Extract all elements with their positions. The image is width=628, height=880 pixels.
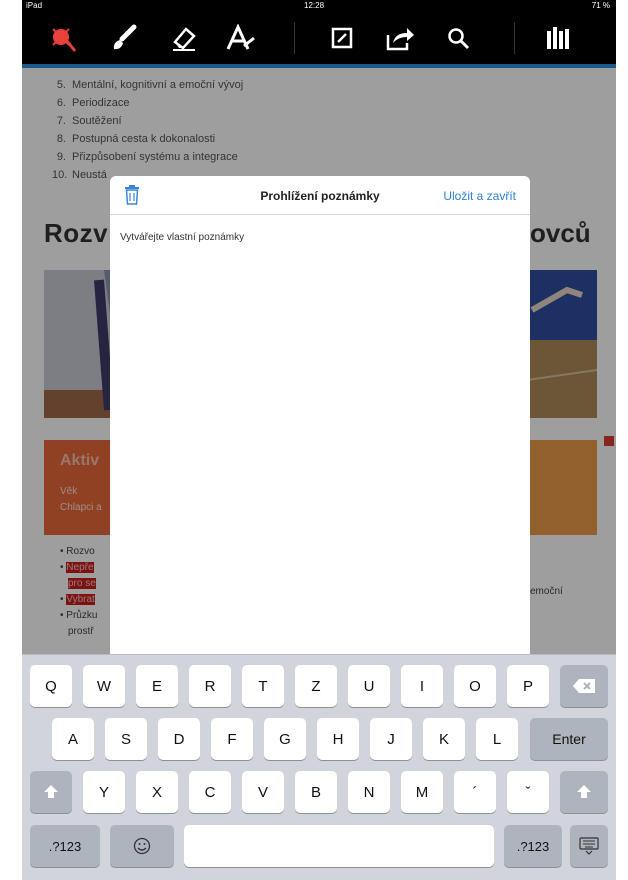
key-y[interactable]: Y (83, 771, 125, 813)
pointer-icon[interactable] (44, 20, 80, 56)
key-b[interactable]: B (295, 771, 337, 813)
clock: 12:28 (304, 1, 325, 10)
note-viewer-dialog: Prohlížení poznámky Uložit a zavřít Vytv… (110, 176, 530, 676)
emoji-icon (133, 837, 151, 855)
note-text-area[interactable]: Vytvářejte vlastní poznámky (120, 232, 244, 243)
brush-icon[interactable] (106, 20, 142, 56)
key-a[interactable]: A (52, 718, 94, 760)
key-f[interactable]: F (211, 718, 253, 760)
save-and-close-button[interactable]: Uložit a zavřít (443, 189, 516, 203)
ipad-screen: iPad 12:28 71 % 5. Mentální, kognitivní … (22, 0, 616, 880)
enter-key[interactable]: Enter (530, 718, 608, 760)
text-format-icon[interactable] (222, 20, 258, 56)
numbers-key-left[interactable]: .?123 (30, 825, 100, 867)
shift-key-left[interactable] (30, 771, 72, 813)
shift-key-right[interactable] (560, 771, 608, 813)
key-w[interactable]: W (83, 665, 125, 707)
key-m[interactable]: M (401, 771, 443, 813)
share-icon[interactable] (382, 20, 418, 56)
backspace-key[interactable] (560, 665, 608, 707)
key-h[interactable]: H (317, 718, 359, 760)
key-t[interactable]: T (242, 665, 284, 707)
key-p[interactable]: P (507, 665, 549, 707)
key-v[interactable]: V (242, 771, 284, 813)
key-i[interactable]: I (401, 665, 443, 707)
hide-keyboard-key[interactable] (570, 825, 608, 867)
key-e[interactable]: E (136, 665, 178, 707)
battery-label: 71 % (591, 1, 610, 10)
key-c[interactable]: C (189, 771, 231, 813)
emoji-key[interactable] (110, 825, 174, 867)
note-icon[interactable] (324, 20, 360, 56)
key-o[interactable]: O (454, 665, 496, 707)
key-x[interactable]: X (136, 771, 178, 813)
numbers-key-right[interactable]: .?123 (504, 825, 562, 867)
key-caron[interactable]: ˇ (507, 771, 549, 813)
shift-icon (44, 785, 58, 798)
key-l[interactable]: L (476, 718, 518, 760)
library-icon[interactable] (540, 20, 576, 56)
keyboard-hide-icon (579, 837, 599, 855)
key-z[interactable]: Z (295, 665, 337, 707)
key-g[interactable]: G (264, 718, 306, 760)
key-r[interactable]: R (189, 665, 231, 707)
key-q[interactable]: Q (30, 665, 72, 707)
eraser-icon[interactable] (166, 20, 202, 56)
key-j[interactable]: J (370, 718, 412, 760)
onscreen-keyboard: Q W E R T Z U I O P A S D F G H J K L En… (22, 654, 616, 880)
carrier-label: iPad (26, 1, 43, 10)
dialog-header: Prohlížení poznámky Uložit a zavřít (110, 176, 530, 215)
key-u[interactable]: U (348, 665, 390, 707)
status-bar: iPad 12:28 71 % (22, 0, 616, 12)
key-s[interactable]: S (105, 718, 147, 760)
backspace-icon (573, 679, 595, 693)
key-k[interactable]: K (423, 718, 465, 760)
space-bar[interactable] (184, 825, 494, 867)
key-acute[interactable]: ´ (454, 771, 496, 813)
annotation-toolbar (22, 12, 616, 64)
key-n[interactable]: N (348, 771, 390, 813)
search-icon[interactable] (440, 20, 476, 56)
key-d[interactable]: D (158, 718, 200, 760)
shift-icon (577, 785, 591, 798)
